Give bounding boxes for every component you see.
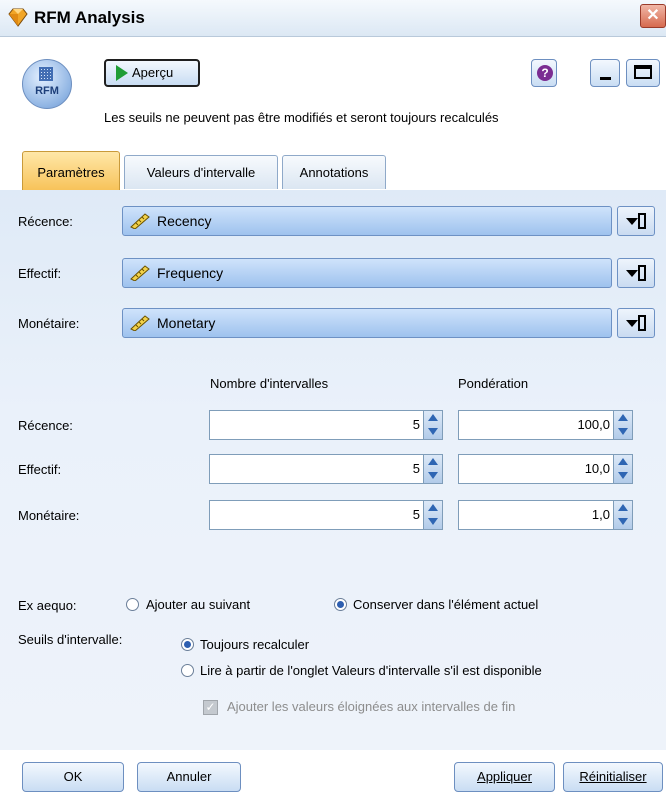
frequency-label: Effectif: [18, 266, 62, 281]
play-icon [116, 65, 128, 81]
window-title: RFM Analysis [34, 8, 145, 27]
cancel-button[interactable]: Annuler [137, 762, 241, 792]
spin-up-icon [428, 414, 438, 421]
help-button[interactable]: ? [531, 59, 557, 87]
spin-up-icon [618, 458, 628, 465]
ties-add-next-radio[interactable] [126, 598, 139, 611]
ruler-icon [130, 265, 150, 281]
frequency-bins-spinner[interactable]: 5 [209, 454, 443, 484]
spinner-arrows[interactable] [613, 411, 632, 439]
thresholds-label: Seuils d'intervalle: [18, 632, 123, 647]
monetary-field-select[interactable]: Monetary [122, 308, 612, 338]
recency-bins-spinner[interactable]: 5 [209, 410, 443, 440]
always-recalculate-label[interactable]: Toujours recalculer [200, 637, 309, 652]
monetary-label: Monétaire: [18, 316, 80, 331]
ruler-icon [130, 315, 150, 331]
field-list-icon [638, 213, 646, 229]
minimize-icon [600, 77, 611, 80]
minimize-button[interactable] [590, 59, 620, 87]
help-icon: ? [537, 65, 553, 81]
bins-column-header: Nombre d'intervalles [210, 376, 329, 391]
spin-down-icon [618, 472, 628, 479]
read-from-tab-radio[interactable] [181, 664, 194, 677]
close-icon: ✕ [646, 7, 660, 24]
monetary-field-picker-button[interactable] [617, 308, 655, 338]
dropdown-arrow-icon [626, 270, 638, 277]
spinner-arrows[interactable] [613, 455, 632, 483]
recency-bins-value: 5 [412, 417, 420, 432]
recency-field-select[interactable]: Recency [122, 206, 612, 236]
dialog-footer: OK Annuler Appliquer Réinitialiser [0, 750, 666, 809]
close-button[interactable]: ✕ [640, 4, 666, 28]
weight-column-header: Pondération [458, 376, 529, 391]
spin-down-icon [428, 472, 438, 479]
ties-keep-current-label[interactable]: Conserver dans l'élément actuel [353, 597, 538, 612]
recency-bins-label: Récence: [18, 418, 73, 433]
parameters-panel: Récence: Recency Effectif: Frequency Mon… [0, 190, 666, 750]
tab-strip: Paramètres Valeurs d'intervalle Annotati… [0, 145, 666, 191]
monetary-bins-value: 5 [412, 507, 420, 522]
spinner-arrows[interactable] [423, 455, 442, 483]
ok-button[interactable]: OK [22, 762, 124, 792]
spin-down-icon [428, 428, 438, 435]
preview-button[interactable]: Aperçu [104, 59, 200, 87]
field-list-icon [638, 315, 646, 331]
grid-icon [39, 67, 53, 81]
preview-button-label: Aperçu [132, 65, 174, 80]
monetary-field-value: Monetary [157, 315, 216, 331]
frequency-weight-value: 10,0 [584, 461, 610, 476]
spin-up-icon [618, 414, 628, 421]
dropdown-arrow-icon [626, 218, 638, 225]
recency-field-value: Recency [157, 213, 212, 229]
recency-weight-spinner[interactable]: 100,0 [458, 410, 633, 440]
frequency-field-picker-button[interactable] [617, 258, 655, 288]
read-from-tab-label[interactable]: Lire à partir de l'onglet Valeurs d'inte… [200, 663, 542, 678]
maximize-button[interactable] [626, 59, 660, 87]
title-bar[interactable]: RFM Analysis ✕ [0, 0, 666, 37]
rfm-node-label: RFM [35, 85, 59, 97]
ruler-icon [130, 213, 150, 229]
spin-up-icon [618, 504, 628, 511]
spin-down-icon [618, 518, 628, 525]
spin-up-icon [428, 504, 438, 511]
rfm-analysis-window: RFM Analysis ✕ RFM Aperçu ? Les seuils n… [0, 0, 666, 809]
recency-weight-value: 100,0 [577, 417, 610, 432]
frequency-bins-label: Effectif: [18, 462, 62, 477]
tab-parametres[interactable]: Paramètres [22, 151, 120, 190]
spin-up-icon [428, 458, 438, 465]
dropdown-arrow-icon [626, 320, 638, 327]
tab-annotations[interactable]: Annotations [282, 155, 386, 189]
ties-add-next-label[interactable]: Ajouter au suivant [146, 597, 250, 612]
maximize-icon [634, 65, 652, 79]
field-list-icon [638, 265, 646, 281]
recency-label: Récence: [18, 214, 73, 229]
monetary-bins-label: Monétaire: [18, 508, 80, 523]
reset-button[interactable]: Réinitialiser [563, 762, 663, 792]
ties-keep-current-radio[interactable] [334, 598, 347, 611]
threshold-info-text: Les seuils ne peuvent pas être modifiés … [104, 110, 499, 125]
apply-button[interactable]: Appliquer [454, 762, 555, 792]
node-header: RFM Aperçu ? Les seuils ne peuvent pas ê… [0, 37, 666, 145]
rfm-node-icon: RFM [22, 59, 72, 109]
add-outliers-checkbox[interactable]: ✓ [203, 700, 218, 715]
add-outliers-label: Ajouter les valeurs éloignées aux interv… [227, 699, 516, 714]
spinner-arrows[interactable] [423, 501, 442, 529]
always-recalculate-radio[interactable] [181, 638, 194, 651]
ties-label: Ex aequo: [18, 598, 77, 613]
recency-field-picker-button[interactable] [617, 206, 655, 236]
spin-down-icon [428, 518, 438, 525]
frequency-weight-spinner[interactable]: 10,0 [458, 454, 633, 484]
spinner-arrows[interactable] [613, 501, 632, 529]
frequency-field-select[interactable]: Frequency [122, 258, 612, 288]
frequency-bins-value: 5 [412, 461, 420, 476]
monetary-weight-value: 1,0 [591, 507, 610, 522]
monetary-bins-spinner[interactable]: 5 [209, 500, 443, 530]
tab-valeurs-intervalle[interactable]: Valeurs d'intervalle [124, 155, 278, 189]
monetary-weight-spinner[interactable]: 1,0 [458, 500, 633, 530]
node-gem-icon [8, 8, 28, 27]
frequency-field-value: Frequency [157, 265, 224, 281]
spinner-arrows[interactable] [423, 411, 442, 439]
spin-down-icon [618, 428, 628, 435]
